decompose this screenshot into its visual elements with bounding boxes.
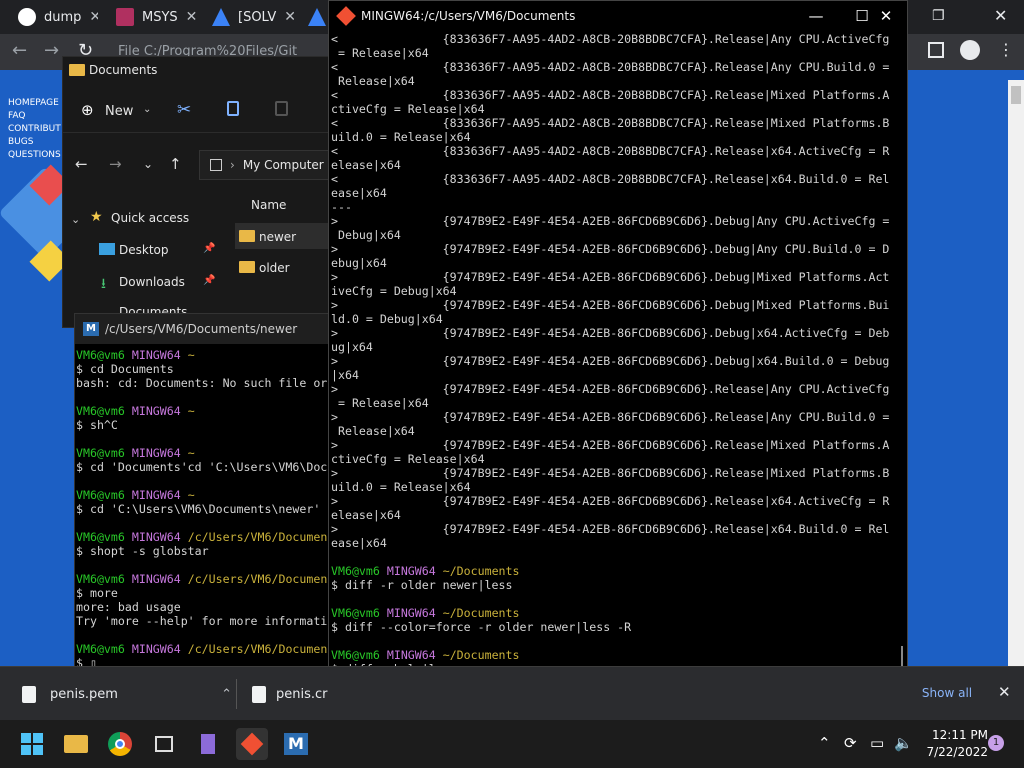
computer-icon xyxy=(210,159,222,171)
clock-date: 7/22/2022 xyxy=(926,745,988,759)
folder-icon xyxy=(239,230,255,242)
app-icon[interactable] xyxy=(192,728,224,760)
minimize-button[interactable]: — xyxy=(793,1,839,31)
restore-icon[interactable]: ❐ xyxy=(932,8,945,24)
volume-icon[interactable]: 🔈 xyxy=(894,734,913,752)
close-icon[interactable]: ✕ xyxy=(284,9,294,25)
network-icon[interactable]: ▭ xyxy=(870,734,884,752)
atlassian-icon xyxy=(212,8,230,26)
terminal-titlebar: M /c/Users/VM6/Documents/newer xyxy=(75,314,329,344)
forward-icon[interactable]: → xyxy=(109,155,122,173)
window-title: Documents xyxy=(89,63,158,77)
back-icon[interactable]: ← xyxy=(75,155,88,173)
download-filename: penis.pem xyxy=(50,686,118,702)
file-explorer-icon[interactable] xyxy=(60,728,92,760)
folder-icon xyxy=(239,261,255,273)
new-button[interactable]: New xyxy=(105,104,133,119)
breadcrumb[interactable]: My Computer xyxy=(243,158,324,172)
download-item-1[interactable]: penis.pem ⌃ xyxy=(22,667,232,721)
taskbar: M ⌃ ⟳ ▭ 🔈 12:11 PM 7/22/2022 1 xyxy=(0,720,1024,768)
copy-icon[interactable] xyxy=(227,101,239,116)
folder-icon xyxy=(69,64,85,76)
task-view-icon[interactable] xyxy=(148,728,180,760)
download-item-2[interactable]: penis.cr xyxy=(252,667,328,721)
pin-icon: 📌 xyxy=(203,275,216,286)
start-button[interactable] xyxy=(16,728,48,760)
nav-quick-access[interactable]: Quick access xyxy=(111,211,189,225)
terminal-output[interactable]: VM6@vm6 MINGW64 ~ $ cd Documents bash: c… xyxy=(76,348,330,670)
cut-icon[interactable]: ✂ xyxy=(177,100,191,120)
profile-icon[interactable] xyxy=(960,40,980,60)
google-icon xyxy=(18,8,36,26)
update-icon[interactable]: ⟳ xyxy=(844,734,857,752)
breadcrumb-separator-icon: › xyxy=(230,158,235,172)
download-bar: penis.pem ⌃ penis.cr Show all ✕ xyxy=(0,666,1024,720)
git-bash-icon[interactable] xyxy=(236,728,268,760)
back-icon[interactable]: ← xyxy=(12,40,27,61)
chevron-down-icon[interactable]: ⌄ xyxy=(71,213,80,226)
up-icon[interactable]: ↑ xyxy=(169,155,182,173)
link-faq[interactable]: FAQ xyxy=(8,110,61,123)
browser-tab-2[interactable]: MSYS ✕ xyxy=(104,0,198,34)
tab-label: MSYS xyxy=(142,9,178,25)
tab-label: dump xyxy=(44,9,82,25)
command-bar: ⊕ New ⌄ ✂ xyxy=(63,87,329,133)
page-links: HOMEPAGE FAQ CONTRIBUT BUGS QUESTIONS xyxy=(8,97,61,162)
star-icon: ★ xyxy=(90,209,103,225)
chevron-down-icon: ⌄ xyxy=(143,104,152,115)
msys-icon[interactable]: M xyxy=(280,728,312,760)
download-icon: ⭳ xyxy=(101,276,106,292)
chrome-icon[interactable] xyxy=(104,728,136,760)
window-title: MINGW64:/c/Users/VM6/Documents xyxy=(361,9,576,23)
chevron-up-icon[interactable]: ⌃ xyxy=(221,687,232,702)
close-icon[interactable]: ✕ xyxy=(89,9,98,25)
file-item-older[interactable]: older xyxy=(259,261,290,275)
atlassian-icon xyxy=(308,8,326,26)
download-filename: penis.cr xyxy=(276,686,328,702)
link-homepage[interactable]: HOMEPAGE xyxy=(8,97,61,110)
side-panel-icon[interactable] xyxy=(928,42,944,58)
divider xyxy=(236,679,237,709)
mingw-terminal-window[interactable]: MINGW64:/c/Users/VM6/Documents — ☐ ✕ < {… xyxy=(328,0,908,720)
close-window-icon[interactable]: ✕ xyxy=(994,6,1007,25)
pin-icon: 📌 xyxy=(203,243,216,254)
nav-downloads[interactable]: Downloads xyxy=(119,275,185,289)
link-questions[interactable]: QUESTIONS xyxy=(8,149,61,162)
menu-icon[interactable]: ⋮ xyxy=(998,40,1014,59)
close-icon[interactable]: ✕ xyxy=(186,9,198,25)
clock-time: 12:11 PM xyxy=(932,728,988,742)
chevron-down-icon[interactable]: ⌄ xyxy=(143,157,153,171)
nav-desktop[interactable]: Desktop xyxy=(119,243,169,257)
msys-icon xyxy=(116,8,134,26)
plus-icon: ⊕ xyxy=(81,101,94,119)
browser-tab-4[interactable] xyxy=(296,0,328,34)
link-bugs[interactable]: BUGS xyxy=(8,136,61,149)
msys-terminal-window[interactable]: M /c/Users/VM6/Documents/newer VM6@vm6 M… xyxy=(74,313,330,682)
browser-tab-3[interactable]: [SOLV ✕ xyxy=(200,0,294,34)
link-contribute[interactable]: CONTRIBUT xyxy=(8,123,61,136)
window-title: /c/Users/VM6/Documents/newer xyxy=(105,322,298,336)
browser-tab-1[interactable]: dump ✕ xyxy=(6,0,98,34)
certificate-icon xyxy=(252,685,266,703)
msys-icon: M xyxy=(83,322,99,336)
clock[interactable]: 12:11 PM 7/22/2022 xyxy=(916,727,988,761)
column-name[interactable]: Name xyxy=(251,198,286,212)
close-button[interactable]: ✕ xyxy=(863,1,909,31)
notification-badge[interactable]: 1 xyxy=(988,735,1004,751)
file-explorer-window: Documents ⊕ New ⌄ ✂ ← → ⌄ ↑ › My Compute… xyxy=(62,56,331,328)
page-scrollbar[interactable] xyxy=(1008,80,1024,680)
forward-icon[interactable]: → xyxy=(44,40,59,61)
file-item-newer[interactable]: newer xyxy=(259,230,296,244)
file-icon xyxy=(22,685,36,703)
chevron-up-icon[interactable]: ⌃ xyxy=(818,734,831,752)
show-all-button[interactable]: Show all xyxy=(914,686,980,700)
close-icon[interactable]: ✕ xyxy=(998,683,1011,701)
paste-icon[interactable] xyxy=(275,101,288,116)
tab-label: [SOLV xyxy=(238,9,277,25)
desktop-icon xyxy=(99,243,115,255)
terminal-output[interactable]: < {833636F7-AA95-4AD2-A8CB-20B8BDBC7CFA}… xyxy=(331,32,891,718)
git-icon xyxy=(336,6,356,26)
address-bar[interactable]: › My Computer xyxy=(199,150,331,180)
